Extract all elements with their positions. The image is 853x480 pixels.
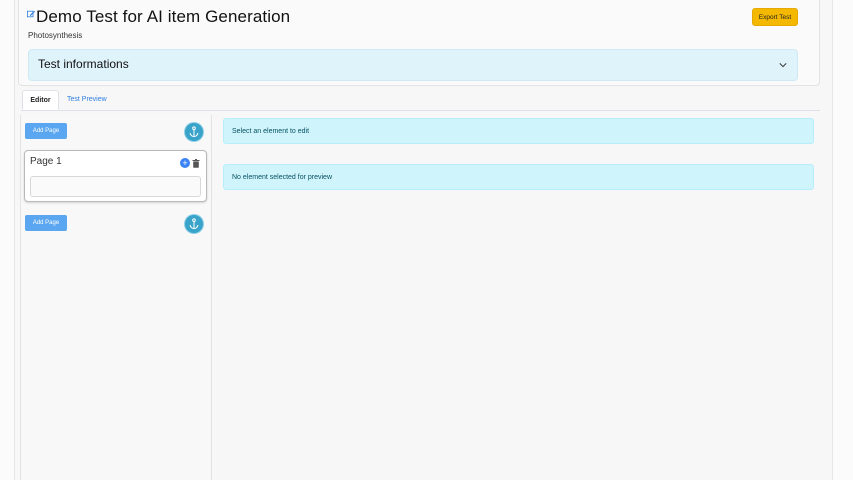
test-informations-accordion[interactable]: Test informations (28, 49, 798, 81)
page-title: Demo Test for AI item Generation (36, 7, 291, 26)
page-card[interactable]: Page 1 + (24, 150, 207, 202)
title-row: Demo Test for AI item Generation (27, 7, 290, 27)
add-element-icon[interactable]: + (180, 158, 190, 168)
edit-info-alert: Select an element to edit (223, 118, 814, 144)
tab-test-preview[interactable]: Test Preview (67, 90, 107, 110)
add-page-button-top[interactable]: Add Page (25, 123, 67, 139)
page-drop-zone[interactable] (30, 176, 201, 197)
anchor-icon[interactable] (185, 123, 203, 141)
accordion-title: Test informations (38, 57, 129, 71)
page-label: Page 1 (30, 156, 62, 167)
chevron-down-icon (779, 63, 787, 68)
preview-info-alert: No element selected for preview (223, 164, 814, 190)
export-test-button[interactable]: Export Test (752, 8, 798, 26)
editor-tabs: Editor Test Preview (21, 90, 820, 111)
anchor-icon[interactable] (185, 215, 203, 233)
test-subject: Photosynthesis (28, 31, 83, 40)
tab-editor[interactable]: Editor (22, 90, 59, 110)
trash-icon[interactable] (192, 159, 200, 168)
edit-icon[interactable] (27, 10, 35, 18)
add-page-button-bottom[interactable]: Add Page (25, 215, 67, 231)
